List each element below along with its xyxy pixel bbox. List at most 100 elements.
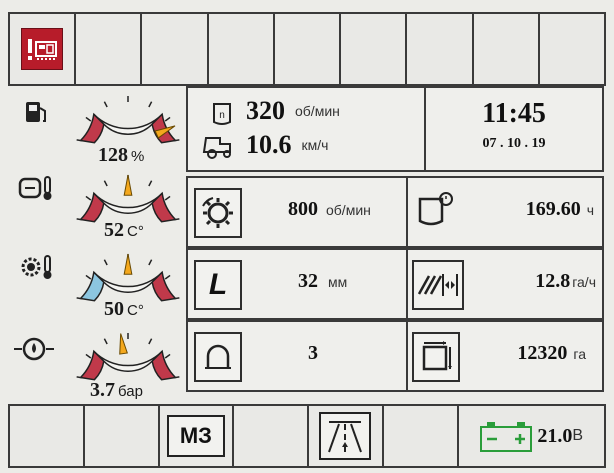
gauge-tick: [164, 353, 171, 359]
fuel-pump-icon: [26, 102, 46, 122]
gauge-tick: [173, 297, 180, 300]
clock-date: 07 . 10 . 19: [482, 136, 546, 151]
engine-hours-unit: ч: [586, 201, 594, 218]
transmission-temp-gauge: 50 C°: [10, 244, 186, 323]
oil-pressure-unit: бар: [118, 383, 143, 400]
pto-speed-icon: [194, 188, 242, 238]
gauge-tick: [164, 195, 171, 201]
oil-pressure-icon: [14, 337, 54, 361]
working-width-value: 32: [298, 270, 318, 292]
gauge-tick: [103, 180, 108, 187]
data-grid: 800 об/мин 169.60 ч L 32 мм 12.8 га/ч 3 …: [186, 176, 604, 392]
ground-speed-value: 10.6: [246, 130, 292, 159]
gauge-tick: [148, 338, 153, 345]
gauge-tick: [85, 116, 92, 122]
counter-value: 3: [308, 342, 318, 364]
top-slot-8[interactable]: [471, 14, 538, 84]
gauge-tick: [85, 274, 92, 280]
bottom-slot-2[interactable]: [82, 406, 158, 466]
gauge-tick: [103, 101, 108, 108]
top-slot-6[interactable]: [339, 14, 405, 84]
gauge-tick: [173, 139, 180, 142]
gauge-tick: [85, 353, 92, 359]
transmission-temp-number: 50: [104, 298, 124, 320]
tractor-speed-icon: [202, 137, 231, 159]
gauge-column: 128% 52 C° 50 C° 3.7 бар: [10, 86, 186, 402]
engine-rpm-icon: n: [213, 103, 231, 125]
width-l-letter: L: [208, 268, 228, 301]
gauge-tick: [173, 218, 180, 221]
gauge-tick: [164, 274, 171, 280]
top-slot-9[interactable]: [537, 14, 606, 84]
transmission-oil-temp-icon: [21, 255, 52, 279]
engine-speed-panel: n 320 об/мин 10.6 км/ч: [186, 86, 428, 172]
gauge-low-zone: [79, 270, 105, 302]
coolant-number: 52: [104, 219, 124, 241]
gauge-tick: [164, 116, 171, 122]
top-slot-5[interactable]: [272, 14, 339, 84]
road-lane-icon[interactable]: [319, 412, 372, 460]
clock-panel: 11:45 07 . 10 . 19: [424, 86, 604, 172]
area-rate-value: 12.8: [535, 270, 571, 292]
gauge-tick: [85, 195, 92, 201]
working-width-cell[interactable]: L 32 мм: [186, 248, 410, 320]
top-softkey-bar: [8, 12, 606, 86]
engine-hours-cell[interactable]: 169.60 ч: [406, 176, 604, 248]
arch-counter-icon: [194, 332, 242, 382]
gauge-tick: [148, 259, 153, 266]
transmission-temp-unit: C°: [127, 302, 144, 319]
bottom-slot-1[interactable]: [8, 406, 83, 466]
top-slot-7[interactable]: [405, 14, 471, 84]
total-area-value: 12320: [517, 342, 568, 364]
pto-speed-cell[interactable]: 800 об/мин: [186, 176, 410, 248]
gauge-tick: [76, 218, 83, 221]
ground-speed-readout: 10.6 км/ч: [246, 130, 328, 160]
gauge-high-zone: [151, 191, 177, 223]
top-slot-2[interactable]: [74, 14, 140, 84]
pto-speed-value: 800: [288, 198, 318, 220]
engine-hours-icon: [412, 188, 456, 234]
gauge-tick: [148, 180, 153, 187]
gauge-pointer: [123, 174, 133, 196]
mz-label: МЗ: [179, 423, 212, 448]
battery-value: 21.0: [537, 424, 573, 447]
counter-cell[interactable]: 3: [186, 320, 410, 392]
engine-hours-readout: 169.60 ч: [526, 198, 594, 221]
gauge-low-zone: [79, 349, 105, 381]
coolant-value: 52 C°: [104, 219, 144, 242]
mz-slot[interactable]: МЗ: [157, 406, 233, 466]
transmission-temp-value: 50 C°: [104, 298, 144, 321]
engine-hours-value: 169.60: [525, 198, 581, 220]
road-slot[interactable]: [307, 406, 382, 466]
oil-pressure-gauge: 3.7 бар: [10, 323, 186, 402]
fuel-number: 128: [98, 144, 128, 166]
gauge-tick: [103, 338, 108, 345]
total-area-cell[interactable]: 12320 га: [406, 320, 604, 392]
alert-slot[interactable]: [8, 14, 74, 84]
bottom-slot-4[interactable]: [232, 406, 307, 466]
svg-text:n: n: [219, 110, 225, 121]
engine-warning-icon[interactable]: [21, 28, 64, 70]
battery-slot[interactable]: 21.0 В: [456, 406, 606, 466]
bottom-slot-6[interactable]: [381, 406, 457, 466]
gauge-tick: [173, 376, 180, 379]
engine-rpm-readout: 320 об/мин: [246, 96, 340, 126]
area-rate-unit: га/ч: [572, 273, 596, 290]
area-rate-cell[interactable]: 12.8 га/ч: [406, 248, 604, 320]
width-l-icon: L: [194, 260, 242, 310]
clock-time: 11:45: [482, 98, 546, 129]
top-slot-3[interactable]: [140, 14, 206, 84]
coolant-gauge: 52 C°: [10, 165, 186, 244]
area-rate-readout: 12.8 га/ч: [535, 270, 596, 293]
pto-speed-unit: об/мин: [326, 201, 371, 218]
gauge-tick: [76, 297, 83, 300]
ground-speed-unit: км/ч: [301, 137, 329, 153]
working-width-readout: 32 мм: [298, 270, 347, 293]
bottom-softkey-bar: МЗ 21.0 В: [8, 404, 606, 468]
pto-speed-readout: 800 об/мин: [288, 198, 371, 221]
battery-unit: В: [572, 427, 584, 444]
gauge-high-zone: [151, 349, 177, 381]
top-slot-4[interactable]: [206, 14, 273, 84]
mz-button[interactable]: МЗ: [166, 415, 225, 457]
gauge-tick: [76, 376, 83, 379]
